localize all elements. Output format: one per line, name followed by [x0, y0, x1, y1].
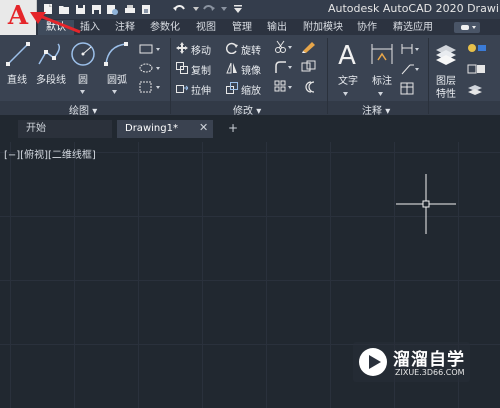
rectangle-icon[interactable] — [138, 42, 162, 56]
arc-label[interactable]: 圆弧 — [107, 71, 127, 86]
move-label[interactable]: 移动 — [191, 42, 211, 57]
plot-icon[interactable] — [124, 3, 136, 15]
panel-separator — [428, 38, 429, 114]
boundary-icon[interactable] — [138, 80, 162, 94]
viewport-controls[interactable]: [−][俯视][二维线框] — [4, 146, 96, 161]
rotate-icon[interactable] — [226, 42, 238, 54]
circle-dropdown-icon[interactable] — [80, 84, 85, 94]
printer-icon[interactable] — [140, 3, 152, 15]
redo-dropdown-icon[interactable] — [218, 3, 230, 15]
rotate-label[interactable]: 旋转 — [241, 42, 261, 57]
offset-icon[interactable] — [300, 80, 318, 94]
arc-dropdown-icon[interactable] — [112, 84, 117, 94]
leader-icon[interactable] — [400, 62, 422, 76]
tab-addins[interactable]: 附加模块 — [303, 20, 343, 35]
layer-properties-label-line2[interactable]: 特性 — [436, 85, 456, 100]
line-label[interactable]: 直线 — [7, 71, 27, 86]
tab-output[interactable]: 输出 — [267, 20, 287, 35]
layer-properties-icon[interactable] — [434, 42, 458, 68]
polyline-label[interactable]: 多段线 — [36, 71, 66, 86]
save-as-icon[interactable] — [90, 3, 102, 15]
line-icon[interactable] — [4, 40, 32, 68]
text-icon[interactable]: A — [334, 40, 360, 70]
tab-parametric[interactable]: 参数化 — [150, 20, 180, 35]
undo-dropdown-icon[interactable] — [190, 3, 202, 15]
scale-label[interactable]: 缩放 — [241, 82, 261, 97]
fillet-icon[interactable] — [274, 60, 294, 74]
close-tab-icon[interactable]: ✕ — [199, 121, 208, 134]
mirror-label[interactable]: 镜像 — [241, 62, 261, 77]
dimension-icon[interactable] — [368, 40, 396, 70]
crosshair-cursor-icon — [396, 174, 456, 234]
tab-collaborate[interactable]: 协作 — [357, 20, 377, 35]
redo-icon[interactable] — [202, 3, 216, 15]
linear-dimension-icon[interactable] — [400, 42, 422, 56]
stretch-icon[interactable] — [176, 82, 188, 94]
move-icon[interactable] — [176, 42, 188, 54]
svg-text:A: A — [338, 41, 356, 70]
window-title: Autodesk AutoCAD 2020 Drawi — [328, 2, 499, 15]
tab-manage[interactable]: 管理 — [232, 20, 252, 35]
text-dropdown-icon[interactable] — [343, 86, 348, 96]
polyline-icon[interactable] — [36, 40, 66, 68]
array-icon[interactable] — [274, 80, 294, 94]
watermark-play-logo-icon — [357, 346, 389, 378]
annotation-arrow-icon — [24, 6, 82, 36]
panel-separator — [327, 38, 328, 114]
dimension-label[interactable]: 标注 — [372, 72, 392, 87]
copy-label[interactable]: 复制 — [191, 62, 211, 77]
text-label[interactable]: 文字 — [338, 72, 358, 87]
workspace-toggle[interactable] — [454, 22, 480, 33]
layer-isolate-icon[interactable] — [466, 82, 488, 96]
panel-separator — [170, 38, 171, 114]
watermark-url: ZIXUE.3D66.COM — [395, 368, 465, 377]
tab-view[interactable]: 视图 — [196, 20, 216, 35]
layer-light-icon[interactable] — [466, 42, 488, 56]
web-save-icon[interactable] — [106, 3, 118, 15]
trim-icon[interactable] — [274, 40, 294, 54]
undo-icon[interactable] — [172, 3, 186, 15]
scale-icon[interactable] — [226, 82, 238, 94]
mirror-icon[interactable] — [226, 62, 238, 74]
watermark-title: 溜溜自学 — [393, 350, 465, 370]
circle-icon[interactable] — [68, 40, 98, 68]
explode-icon[interactable] — [300, 60, 318, 74]
dimension-dropdown-icon[interactable] — [378, 86, 383, 96]
tab-start[interactable]: 开始 — [18, 120, 112, 138]
customize-toolbar-dropdown-icon[interactable] — [232, 3, 244, 15]
copy-icon[interactable] — [176, 62, 188, 74]
tab-featured-apps[interactable]: 精选应用 — [393, 20, 433, 35]
arc-icon[interactable] — [102, 40, 132, 68]
tab-insert[interactable]: 插入 — [80, 20, 100, 35]
erase-icon[interactable] — [300, 40, 318, 54]
stretch-label[interactable]: 拉伸 — [191, 82, 211, 97]
table-icon[interactable] — [400, 82, 422, 96]
new-tab-button[interactable]: + — [226, 121, 240, 135]
hatch-icon[interactable] — [138, 61, 162, 75]
layer-match-icon[interactable] — [466, 62, 488, 76]
tab-annotate[interactable]: 注释 — [115, 20, 135, 35]
